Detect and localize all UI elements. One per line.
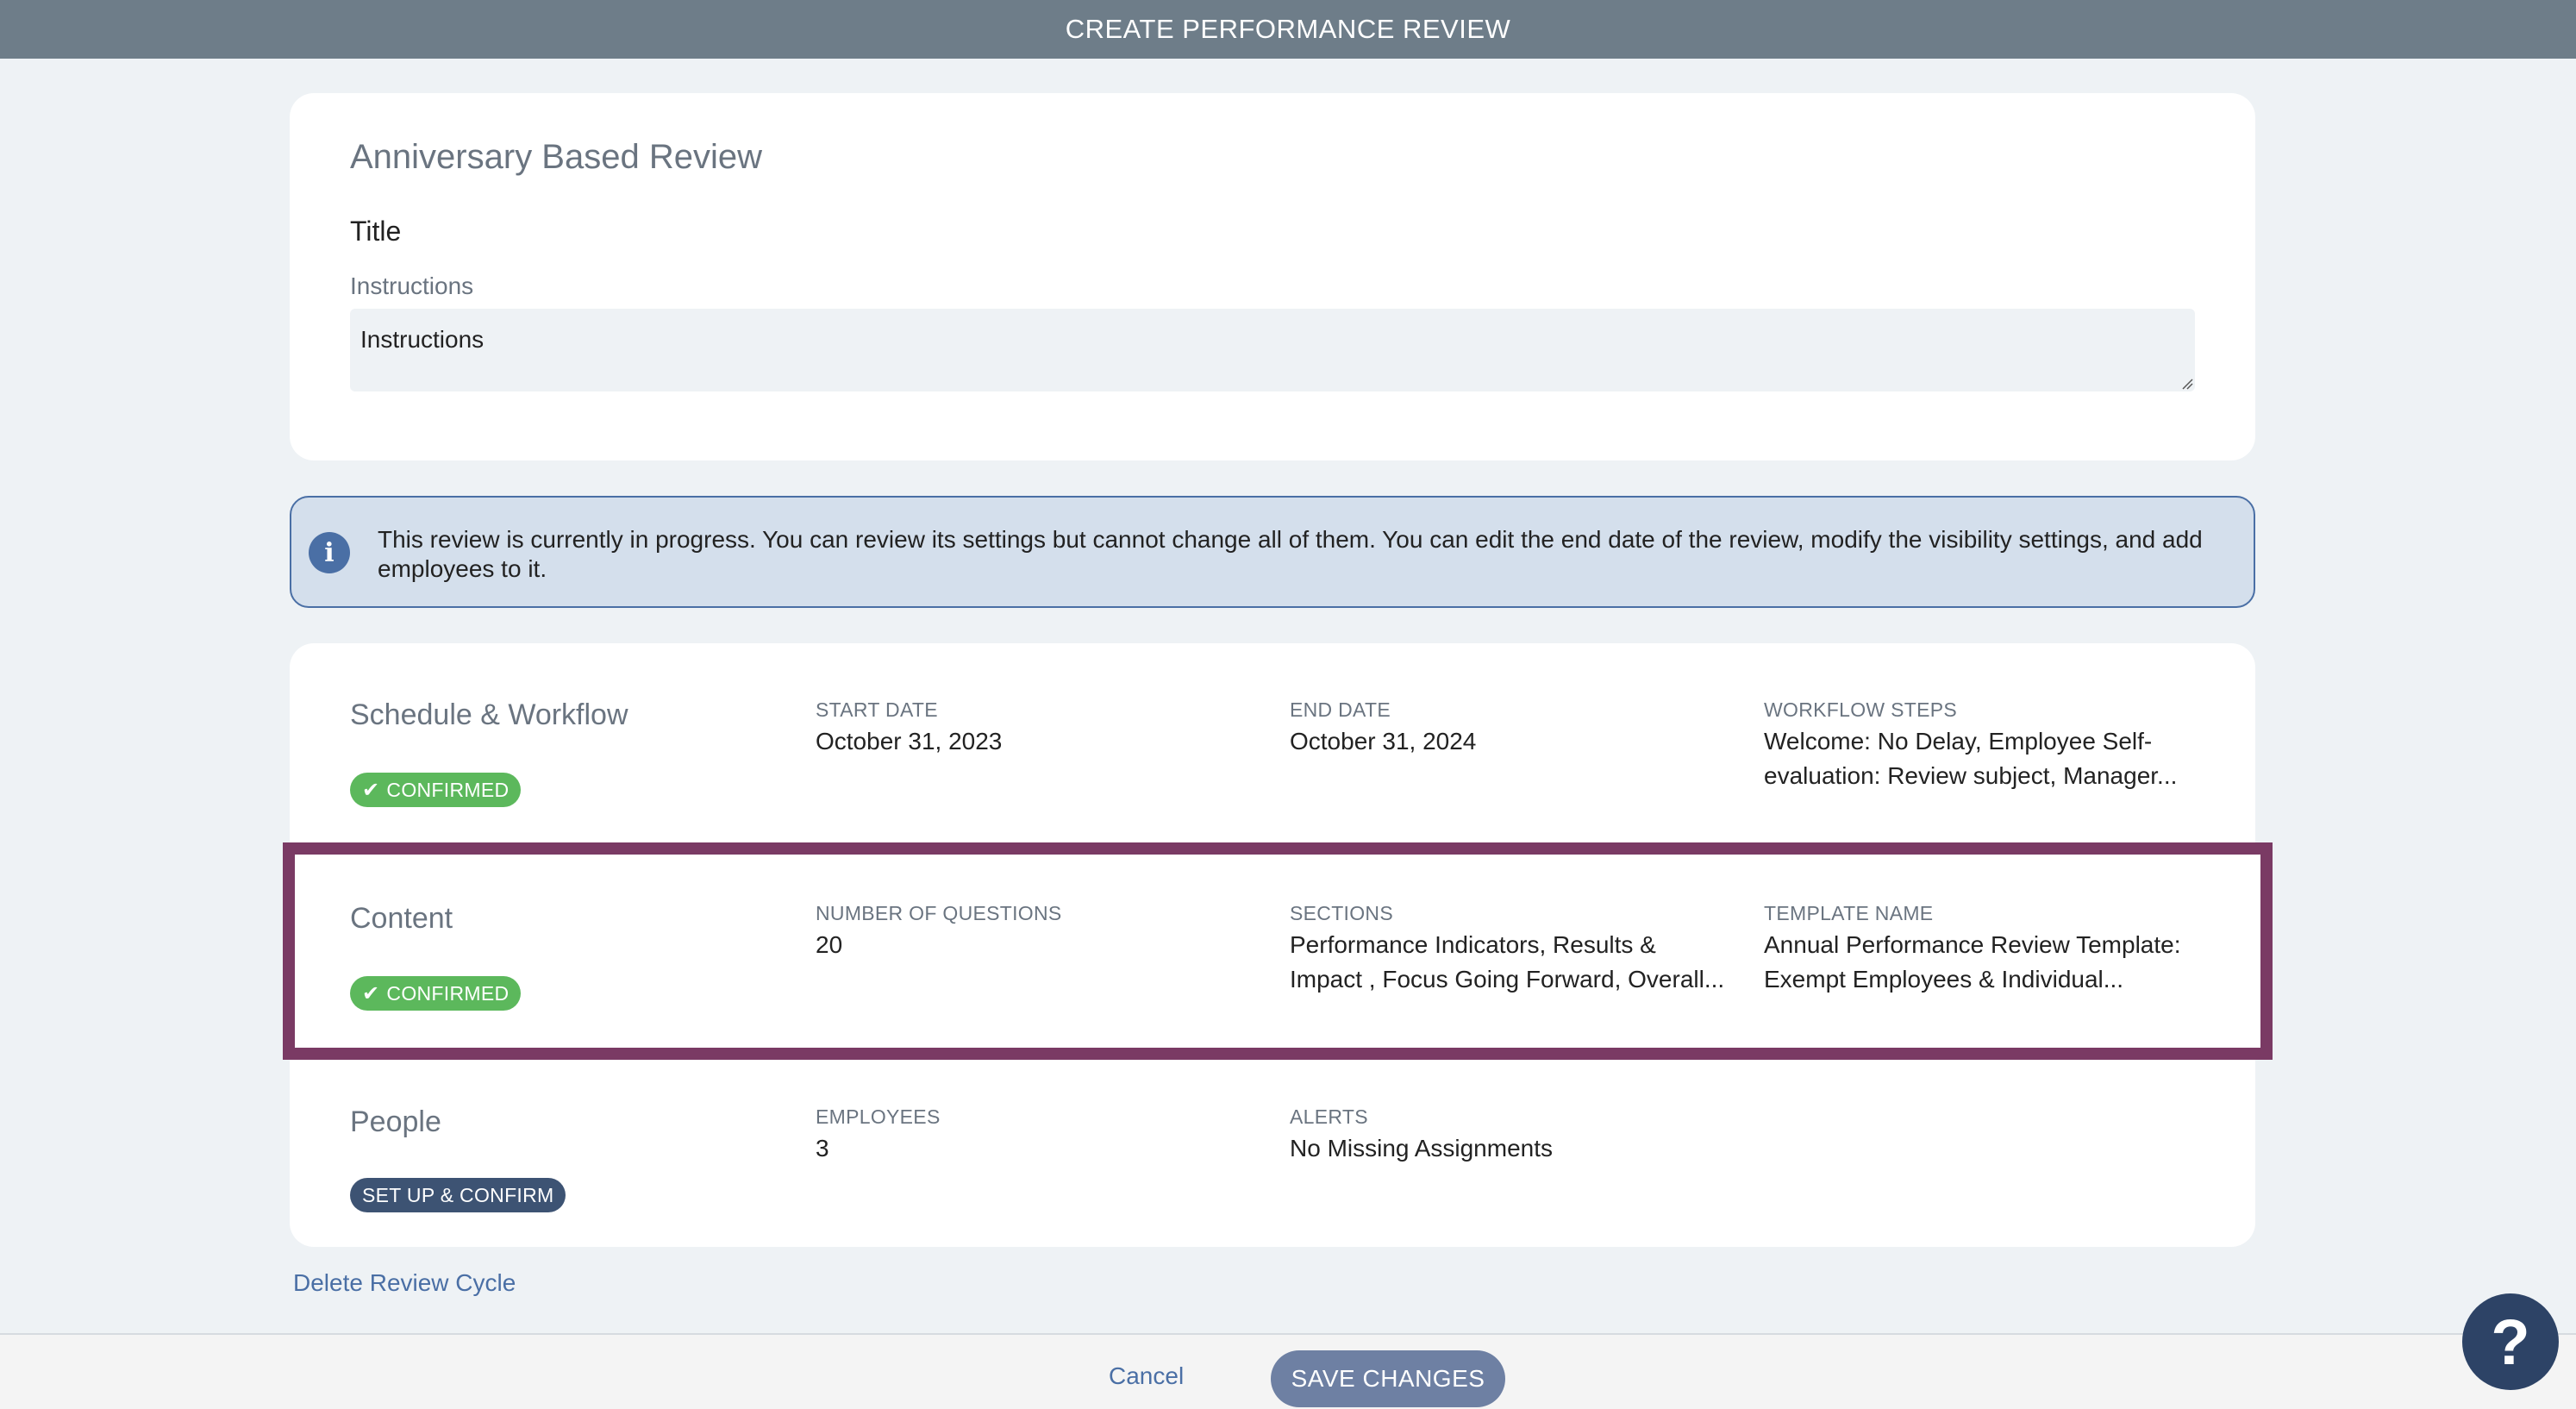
title-label: Title	[350, 216, 402, 247]
resize-grip-icon[interactable]	[2181, 378, 2193, 390]
instructions-textarea[interactable]: Instructions	[350, 309, 2195, 391]
content-title: Content	[350, 902, 453, 935]
people-status-badge[interactable]: SET UP & CONFIRM	[350, 1178, 566, 1212]
cancel-button[interactable]: Cancel	[1109, 1362, 1184, 1390]
workflow-steps-value: Welcome: No Delay, Employee Self-evaluat…	[1764, 728, 2178, 789]
end-date-label: END DATE	[1290, 698, 1391, 721]
start-date-value: October 31, 2023	[816, 728, 1003, 755]
review-details-card: Anniversary Based Review Title Instructi…	[290, 93, 2255, 460]
delete-review-cycle-link[interactable]: Delete Review Cycle	[293, 1269, 516, 1297]
schedule-workflow-title: Schedule & Workflow	[350, 698, 628, 731]
alerts-label: ALERTS	[1290, 1105, 1368, 1128]
template-name-value: Annual Performance Review Template: Exem…	[1764, 931, 2181, 993]
instructions-label: Instructions	[350, 272, 474, 299]
badge-label: SET UP & CONFIRM	[362, 1183, 554, 1206]
sections-value: Performance Indicators, Results & Impact…	[1290, 931, 1725, 993]
alerts-value: No Missing Assignments	[1290, 1135, 1554, 1162]
end-date-value: October 31, 2024	[1290, 728, 1477, 755]
page-header: CREATE PERFORMANCE REVIEW	[0, 0, 2576, 59]
number-of-questions-value: 20	[816, 931, 843, 958]
instructions-placeholder: Instructions	[360, 326, 485, 353]
template-name-label: TEMPLATE NAME	[1764, 902, 1934, 924]
save-changes-button[interactable]: SAVE CHANGES	[1271, 1350, 1505, 1407]
in-progress-notice: i This review is currently in progress. …	[290, 496, 2255, 608]
number-of-questions-label: NUMBER OF QUESTIONS	[816, 902, 1062, 924]
workflow-steps-label: WORKFLOW STEPS	[1764, 698, 1957, 721]
help-icon[interactable]: ?	[2462, 1293, 2559, 1390]
page-title: CREATE PERFORMANCE REVIEW	[1065, 14, 1511, 44]
content-status-badge: ✔ CONFIRMED	[350, 976, 522, 1011]
info-icon: i	[309, 532, 350, 573]
review-name: Anniversary Based Review	[350, 138, 762, 176]
people-title: People	[350, 1105, 441, 1138]
check-icon: ✔	[362, 981, 380, 1005]
sections-label: SECTIONS	[1290, 902, 1393, 924]
badge-label: CONFIRMED	[386, 981, 510, 1005]
employees-label: EMPLOYEES	[816, 1105, 941, 1128]
start-date-label: START DATE	[816, 698, 938, 721]
badge-label: CONFIRMED	[386, 778, 510, 801]
check-icon: ✔	[362, 778, 380, 802]
notice-text: This review is currently in progress. Yo…	[378, 526, 2203, 582]
employees-value: 3	[816, 1135, 829, 1162]
schedule-status-badge: ✔ CONFIRMED	[350, 773, 522, 807]
